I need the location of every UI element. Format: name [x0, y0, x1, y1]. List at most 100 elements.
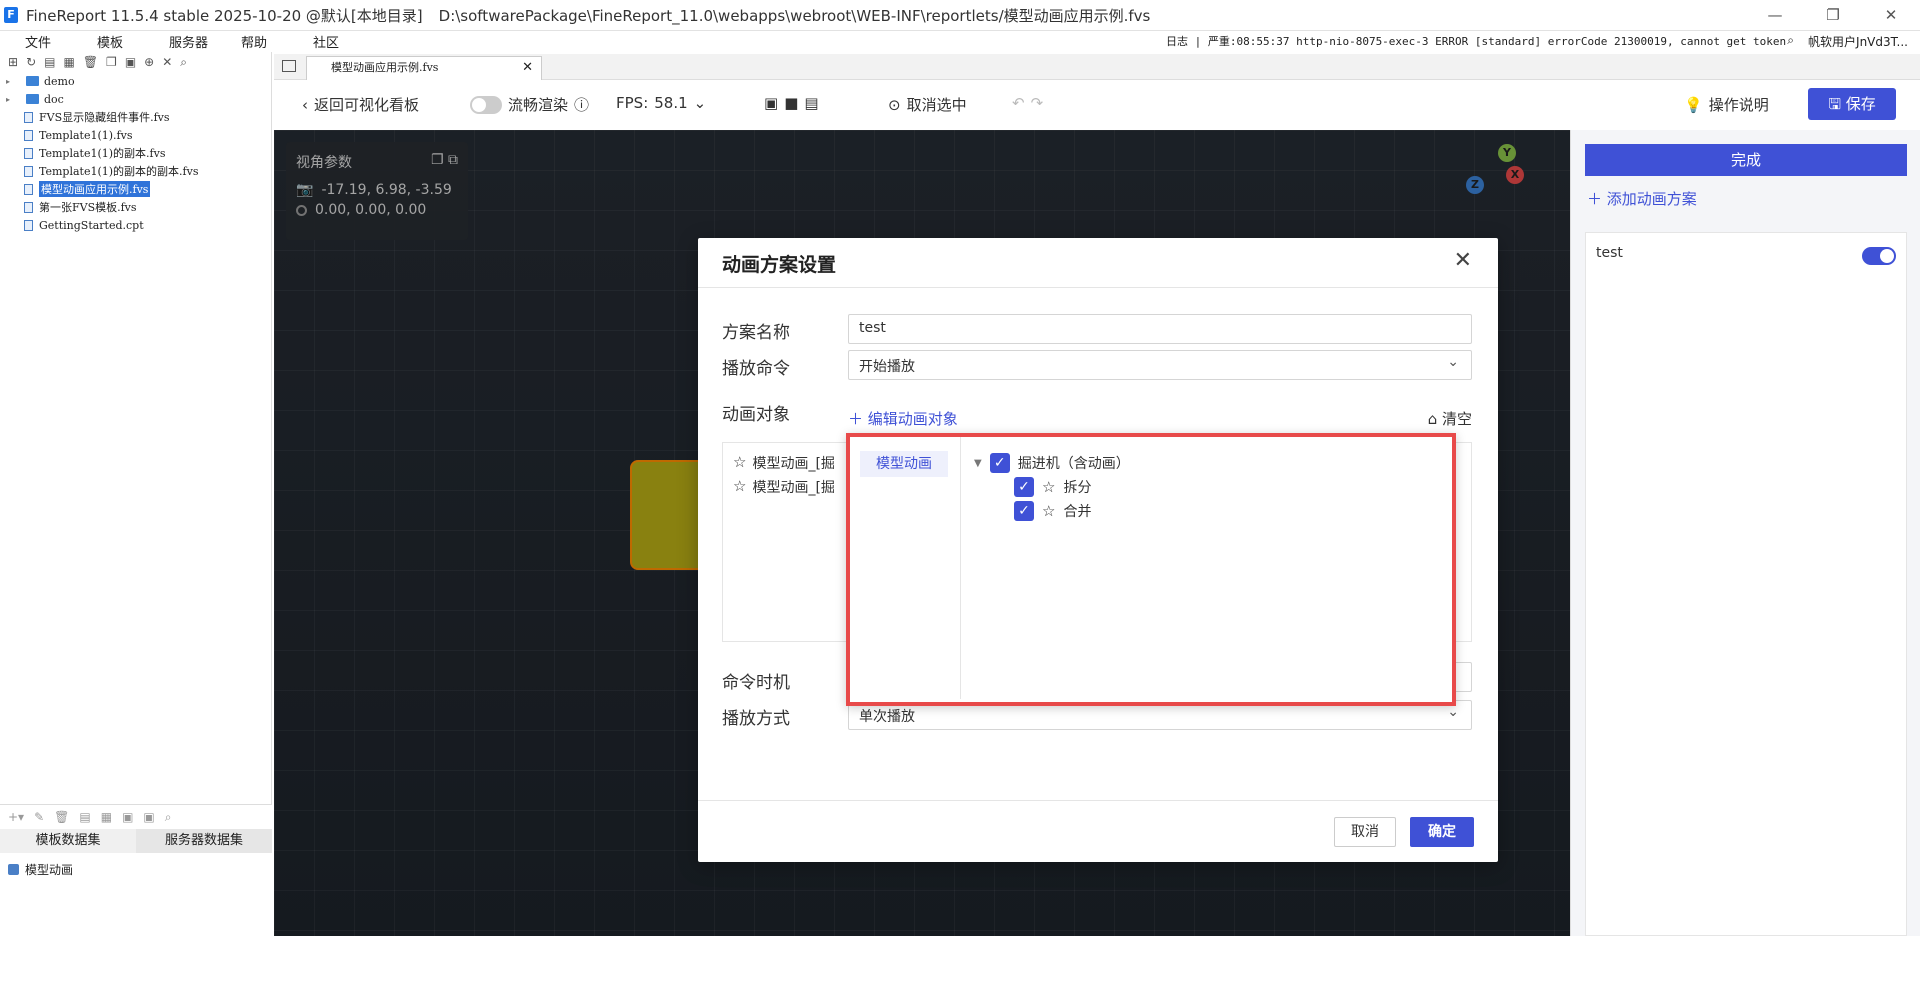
plan-name[interactable]: test: [1596, 245, 1623, 261]
cube-solid-icon[interactable]: ■: [784, 94, 798, 112]
menu-server[interactable]: 服务器: [144, 32, 216, 51]
user-name[interactable]: 帆软用户JnVd3T...: [1808, 33, 1908, 50]
restore-button[interactable]: ❐: [1804, 0, 1862, 31]
name-input[interactable]: test: [848, 314, 1472, 344]
caret-down-icon[interactable]: ▼: [974, 458, 982, 469]
file-icon: [24, 147, 33, 159]
undo-icon[interactable]: ↶: [1012, 94, 1025, 112]
log-line[interactable]: 日志 | 严重:08:55:37 http-nio-8075-exec-3 ER…: [1166, 33, 1786, 49]
cube-icon[interactable]: ▣: [764, 94, 778, 112]
db2-icon[interactable]: ▣: [143, 810, 154, 824]
open-icon[interactable]: ▤: [44, 55, 55, 69]
folder-icon: [26, 94, 39, 104]
redo-icon[interactable]: ↷: [1031, 94, 1044, 112]
left-panel: ⊞ ↻ ▤ ▦ 🗑 ❐ ▣ ⊕ ✕ ⌕ ▸ demo ▸ doc FVS显示隐藏组件…: [0, 52, 272, 988]
collapse-icon[interactable]: ✕: [162, 55, 172, 69]
command-select[interactable]: 开始播放 ⌄: [848, 350, 1472, 380]
undo-redo: ↶ ↷: [1012, 94, 1043, 112]
menu-template[interactable]: 模板: [72, 32, 144, 51]
search-icon[interactable]: ⌕: [165, 810, 172, 825]
checkbox-checked[interactable]: ✓: [1014, 501, 1034, 521]
chevron-down-icon[interactable]: ⌄: [694, 94, 707, 112]
checkbox-checked[interactable]: ✓: [1014, 477, 1034, 497]
tree-item-file[interactable]: 第一张FVS模板.fvs: [0, 198, 271, 216]
tree-root-node[interactable]: ▼ ✓ 掘进机（含动画）: [974, 453, 1130, 473]
tree-item-file[interactable]: FVS显示隐藏组件事件.fvs: [0, 108, 271, 126]
deselect-button[interactable]: ⊙ 取消选中: [888, 94, 967, 115]
preview-icon[interactable]: ▤: [79, 810, 90, 824]
tree-search-icon[interactable]: ⌕: [180, 55, 187, 70]
delete-icon[interactable]: 🗑: [83, 55, 98, 69]
clear-button[interactable]: ⌂ 清空: [1428, 408, 1472, 429]
copy-icon[interactable]: ❐: [106, 55, 117, 69]
close-window-button[interactable]: ✕: [1862, 0, 1920, 31]
tree-item-file[interactable]: Template1(1)的副本.fvs: [0, 144, 271, 162]
file-icon: [24, 183, 33, 195]
tree-item-file[interactable]: GettingStarted.cpt: [0, 216, 271, 234]
category-model-animation[interactable]: 模型动画: [860, 451, 948, 477]
chevron-left-icon: ‹: [302, 95, 308, 114]
trash-icon[interactable]: ▣: [125, 55, 136, 69]
tree-item-doc[interactable]: ▸ doc: [0, 90, 271, 108]
star-icon: ☆: [733, 453, 747, 471]
tree-item-demo[interactable]: ▸ demo: [0, 72, 271, 90]
plan-toggle[interactable]: [1862, 247, 1896, 265]
add-icon[interactable]: +▾: [8, 810, 24, 824]
table-icon[interactable]: ▦: [101, 810, 112, 824]
menu-help[interactable]: 帮助: [216, 32, 288, 51]
help-icon[interactable]: ⓘ: [574, 94, 589, 115]
tree-item-file[interactable]: Template1(1).fvs: [0, 126, 271, 144]
file-icon: [24, 165, 33, 177]
object-item[interactable]: ☆ 模型动画_[掘: [733, 453, 835, 473]
smooth-toggle[interactable]: 流畅渲染 ⓘ: [470, 94, 589, 115]
file-icon: [24, 201, 33, 213]
title-bar: F FineReport 11.5.4 stable 2025-10-20 @默…: [0, 0, 1920, 31]
refresh-icon[interactable]: ↻: [26, 55, 36, 69]
broom-icon: ⌂: [1427, 410, 1442, 428]
close-icon[interactable]: ✕: [1454, 248, 1472, 273]
toggle-switch[interactable]: [470, 95, 502, 114]
model-icon: [8, 864, 19, 875]
divider: [960, 437, 961, 699]
checkbox-checked[interactable]: ✓: [989, 453, 1010, 473]
tree-item-selected[interactable]: 模型动画应用示例.fvs: [0, 180, 271, 198]
tab-list-icon[interactable]: [282, 60, 296, 72]
save-button[interactable]: 🖫 保存: [1808, 88, 1896, 120]
star-icon: ☆: [1042, 502, 1056, 520]
object-item[interactable]: ☆ 模型动画_[掘: [733, 477, 835, 497]
edit-objects-button[interactable]: ＋ 编辑动画对象: [848, 408, 958, 429]
tree-child-node[interactable]: ✓ ☆ 拆分: [1014, 477, 1091, 497]
delete-icon[interactable]: 🗑: [54, 810, 69, 824]
tree-child-node[interactable]: ✓ ☆ 合并: [1014, 501, 1091, 521]
tab-server-dataset[interactable]: 服务器数据集: [136, 829, 272, 853]
tree-item-file[interactable]: Template1(1)的副本的副本.fvs: [0, 162, 271, 180]
cube-stack-icon[interactable]: ▤: [804, 94, 818, 112]
dataset-item[interactable]: 模型动画: [8, 861, 272, 878]
close-tab-icon[interactable]: ✕: [522, 57, 533, 79]
view-buttons: ▣ ■ ▤: [764, 94, 819, 112]
back-button[interactable]: ‹ 返回可视化看板: [302, 94, 419, 115]
app-title: FineReport 11.5.4 stable 2025-10-20 @默认[…: [26, 6, 423, 25]
minimize-button[interactable]: —: [1746, 0, 1804, 31]
edit-icon[interactable]: ✎: [34, 810, 44, 824]
star-icon: ☆: [733, 477, 747, 495]
doc-tab[interactable]: 模型动画应用示例.fvs ✕: [306, 56, 542, 80]
timing-label: 命令时机: [722, 673, 790, 693]
add-plan-button[interactable]: ＋ 添加动画方案: [1587, 188, 1697, 209]
new-icon[interactable]: ⊞: [8, 55, 18, 69]
dialog-footer: 取消 确定: [698, 800, 1498, 862]
help-button[interactable]: 💡 操作说明: [1684, 94, 1769, 115]
done-button[interactable]: 完成: [1585, 144, 1907, 176]
menu-file[interactable]: 文件: [0, 32, 72, 51]
tree-toolbar: ⊞ ↻ ▤ ▦ 🗑 ❐ ▣ ⊕ ✕ ⌕: [0, 52, 271, 72]
search-icon[interactable]: ⌕: [1787, 33, 1794, 50]
cancel-button[interactable]: 取消: [1334, 817, 1396, 847]
menu-community[interactable]: 社区: [288, 32, 360, 51]
tab-template-dataset[interactable]: 模板数据集: [0, 829, 136, 853]
ok-button[interactable]: 确定: [1410, 817, 1474, 847]
edit-icon[interactable]: ▦: [63, 55, 74, 69]
locate-icon[interactable]: ⊕: [144, 55, 154, 69]
dataset-toolbar: +▾ ✎ 🗑 ▤ ▦ ▣ ▣ ⌕: [0, 805, 272, 829]
command-label: 播放命令: [722, 359, 790, 379]
db-icon[interactable]: ▣: [122, 810, 133, 824]
